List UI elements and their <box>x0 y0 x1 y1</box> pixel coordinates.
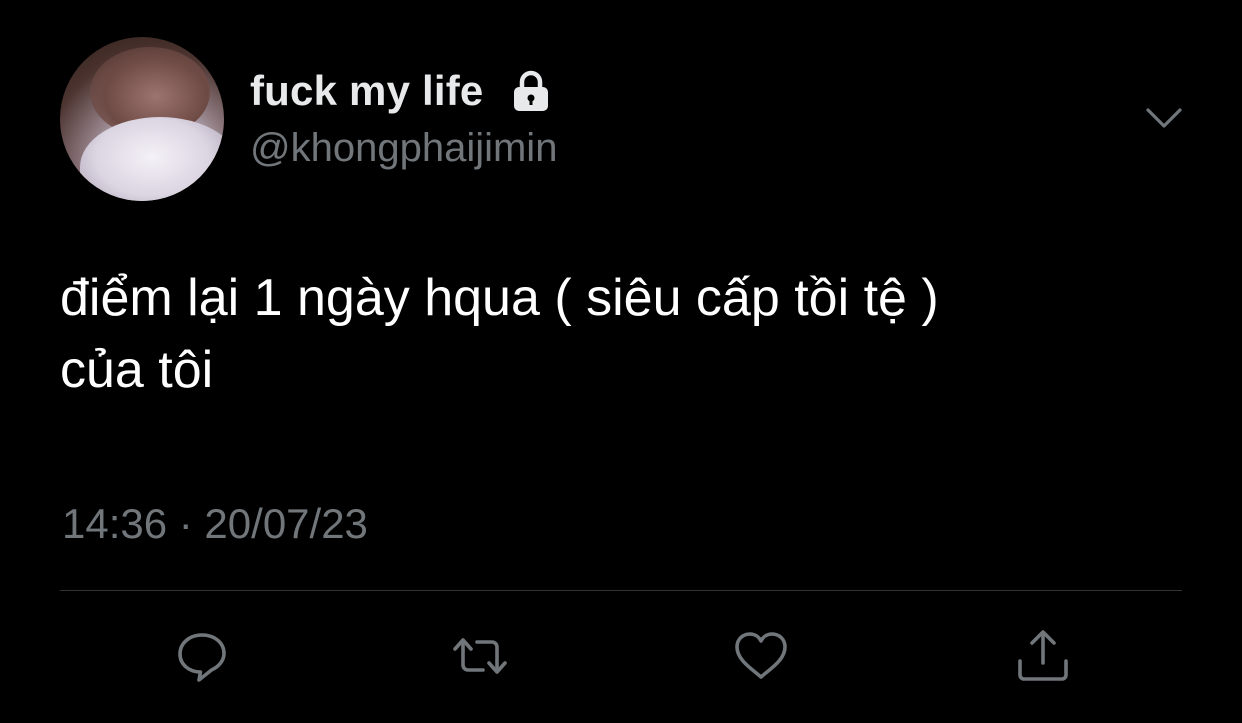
tweet-text: điểm lại 1 ngày hqua ( siêu cấp tồi tệ )… <box>60 262 1180 406</box>
reply-button[interactable] <box>172 626 232 686</box>
lock-icon <box>509 69 553 113</box>
tweet-text-line: của tôi <box>60 341 214 399</box>
avatar[interactable] <box>60 37 224 201</box>
retweet-icon <box>453 638 507 674</box>
divider <box>60 590 1182 591</box>
retweet-button[interactable] <box>450 626 510 686</box>
share-button[interactable] <box>1013 626 1073 686</box>
chevron-down-icon[interactable] <box>1144 102 1184 134</box>
share-icon <box>1018 630 1068 681</box>
avatar-pillow <box>80 117 224 201</box>
like-button[interactable] <box>731 626 791 686</box>
reply-icon <box>178 633 226 682</box>
tweet-timestamp[interactable]: 14:36 · 20/07/23 <box>62 500 368 548</box>
author-display-name[interactable]: fuck my life <box>250 67 483 115</box>
author-name-row[interactable]: fuck my life <box>250 67 553 115</box>
author-handle[interactable]: @khongphaijimin <box>250 126 557 171</box>
heart-icon <box>735 632 787 679</box>
tweet-text-line: điểm lại 1 ngày hqua ( siêu cấp tồi tệ ) <box>60 269 939 327</box>
tweet-card: fuck my life @khongphaijimin điểm lại 1 … <box>0 0 1242 723</box>
